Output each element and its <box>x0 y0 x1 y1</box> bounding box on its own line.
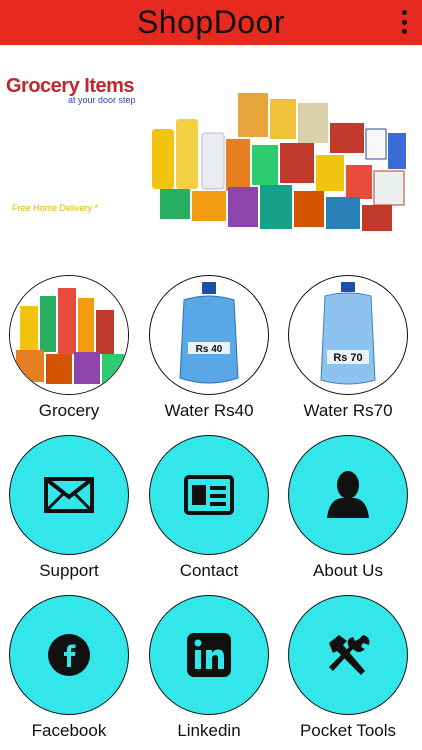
tile-label: Water Rs40 <box>164 401 254 420</box>
tile-water-rs70[interactable]: Rs 70 Water Rs70 <box>286 275 410 421</box>
tile-about-us[interactable]: About Us <box>286 435 410 581</box>
can-price-label: Rs 40 <box>196 344 223 355</box>
tile-facebook[interactable]: Facebook <box>7 595 131 741</box>
app-title: ShopDoor <box>136 4 286 40</box>
banner-brand: Grocery Items at your door step <box>6 75 136 105</box>
tile-label: Linkedin <box>177 721 241 740</box>
banner-delivery-text: Free Home Delivery * <box>12 203 99 213</box>
facebook-icon <box>48 634 90 676</box>
tile-grocery[interactable]: Grocery <box>7 275 131 421</box>
water-can-image[interactable]: Rs 40 <box>149 275 269 395</box>
tile-label: Pocket Tools <box>299 721 397 740</box>
support-button[interactable] <box>9 435 129 555</box>
tile-water-rs40[interactable]: Rs 40 Water Rs40 <box>147 275 271 421</box>
more-vert-icon[interactable] <box>400 10 408 34</box>
tile-label: Grocery <box>38 401 100 420</box>
facebook-button[interactable] <box>9 595 129 715</box>
tools-icon <box>329 635 370 675</box>
linkedin-icon <box>187 633 231 677</box>
tile-label: Water Rs70 <box>303 401 393 420</box>
linkedin-button[interactable] <box>149 595 269 715</box>
tile-pocket-tools[interactable]: Pocket Tools <box>286 595 410 741</box>
grocery-products-image <box>152 93 406 231</box>
banner-title: Grocery Items <box>6 75 135 97</box>
contact-card-icon <box>184 475 234 515</box>
contact-button[interactable] <box>149 435 269 555</box>
tile-contact[interactable]: Contact <box>147 435 271 581</box>
can-price-label: Rs 70 <box>333 352 362 364</box>
water-can-image[interactable]: Rs 70 <box>288 275 408 395</box>
person-icon <box>327 471 369 518</box>
tile-label: Facebook <box>31 721 107 740</box>
tile-support[interactable]: Support <box>7 435 131 581</box>
tile-label: Contact <box>179 561 239 580</box>
app-bar: ShopDoor <box>0 0 422 45</box>
grocery-image[interactable] <box>9 275 129 395</box>
tile-linkedin[interactable]: Linkedin <box>147 595 271 741</box>
envelope-icon <box>44 477 94 513</box>
promo-banner[interactable]: Grocery Items at your door step Free Hom… <box>0 45 422 265</box>
tile-label: About Us <box>313 561 383 580</box>
about-us-button[interactable] <box>288 435 408 555</box>
pocket-tools-button[interactable] <box>288 595 408 715</box>
tile-label: Support <box>39 561 99 580</box>
banner-subtitle: at your door step <box>68 95 136 105</box>
